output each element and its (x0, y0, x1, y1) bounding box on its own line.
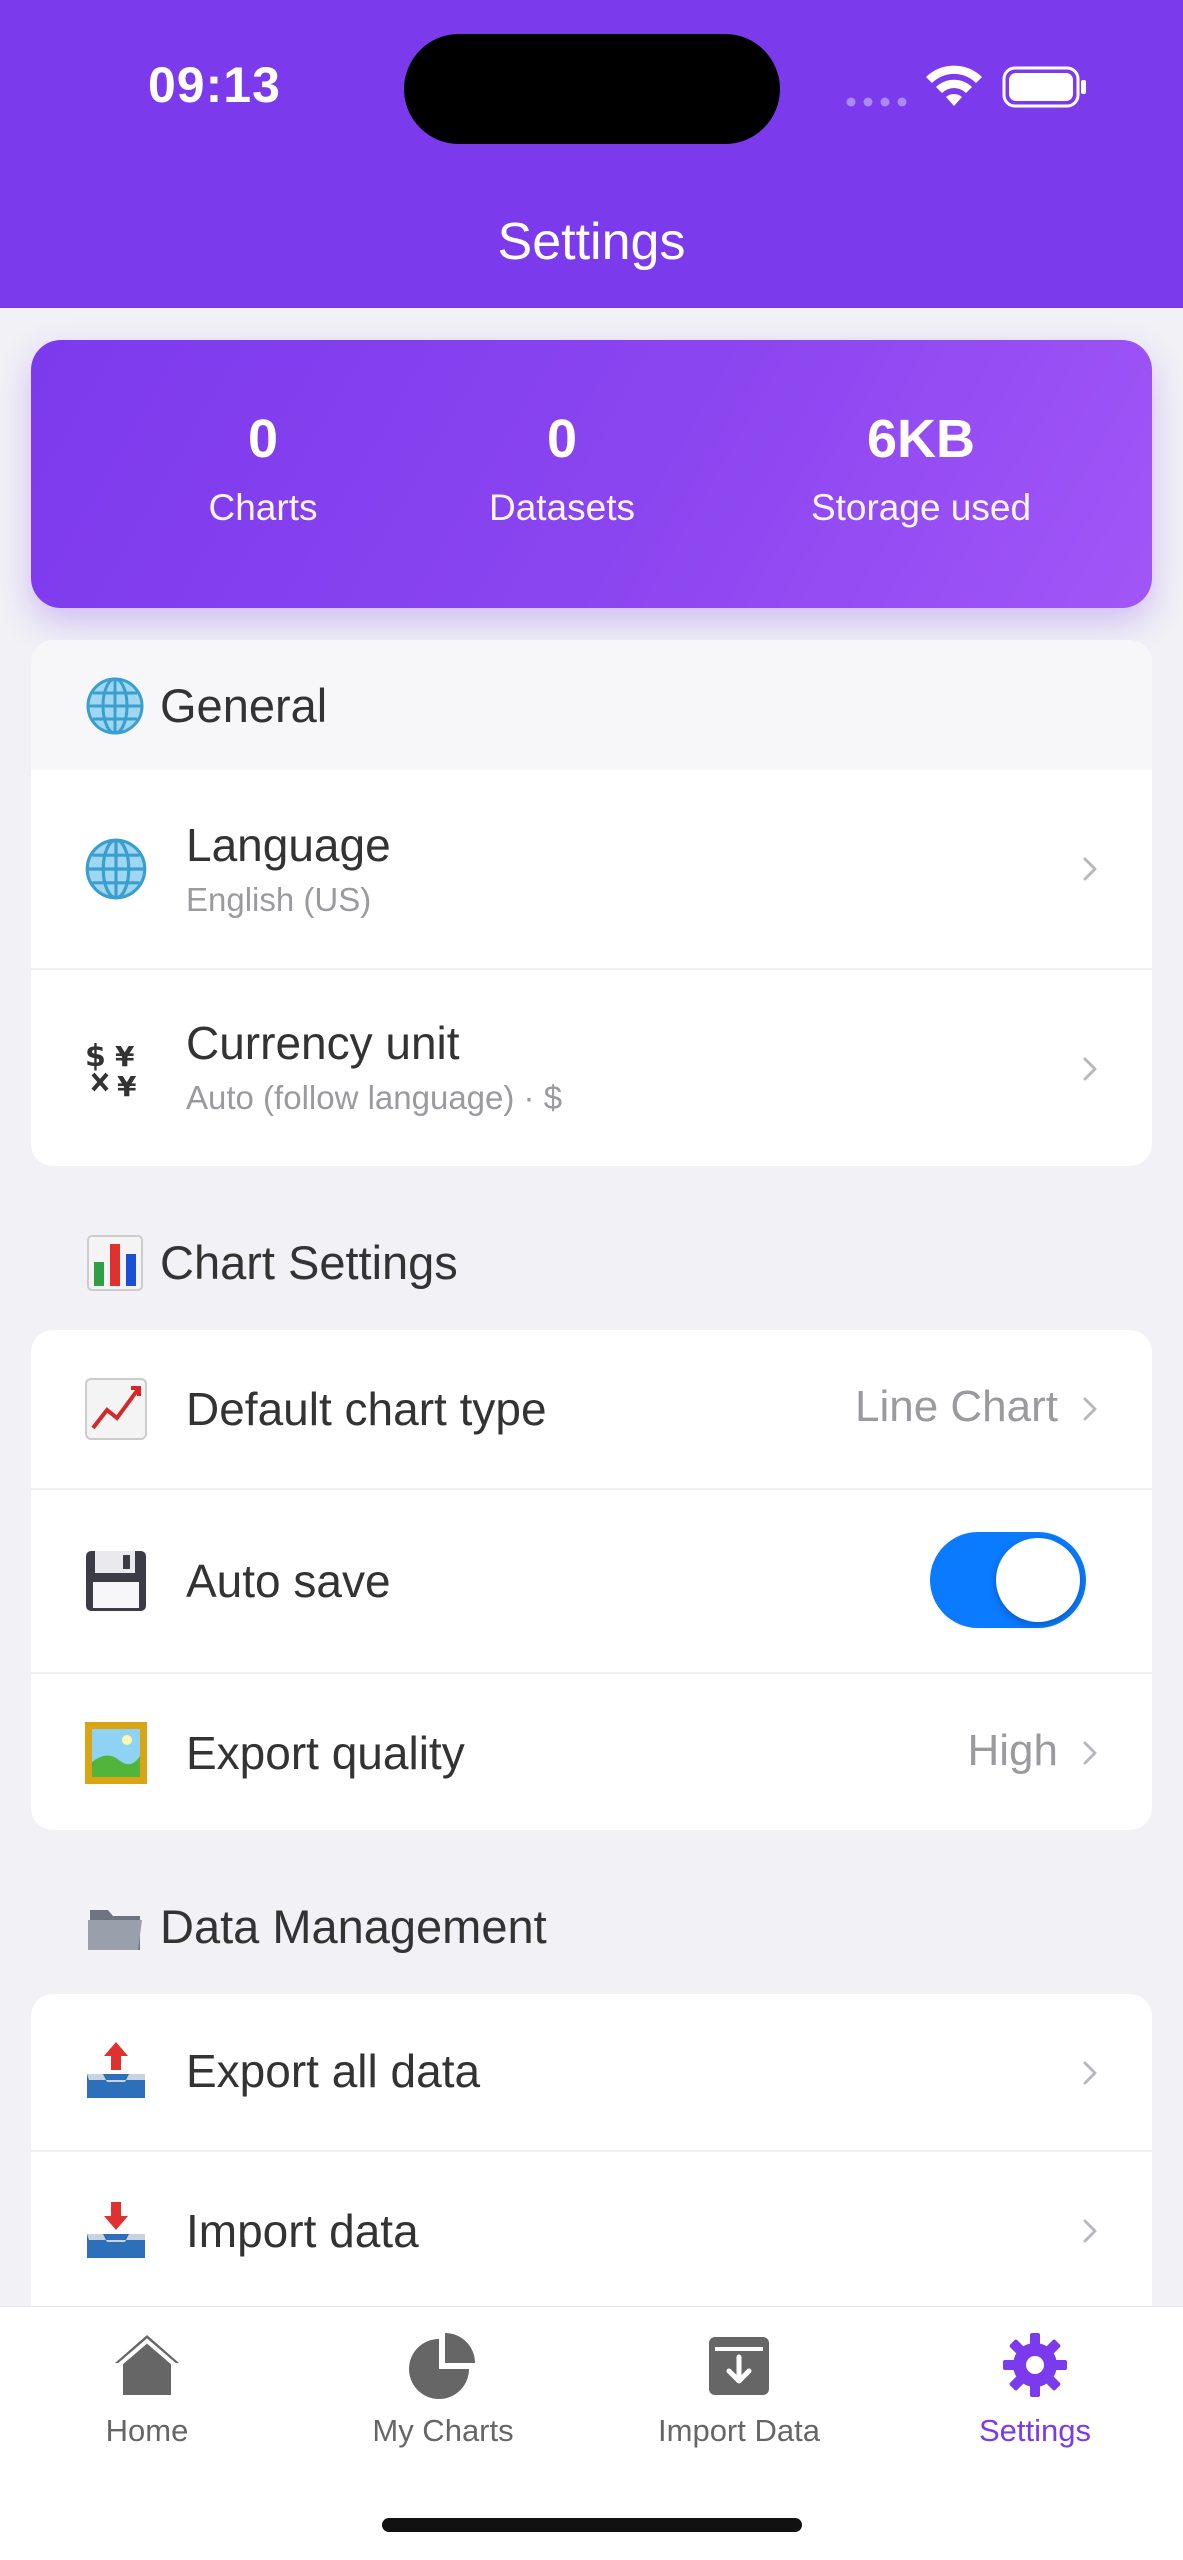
general-group: Language English (US) $ ¥ ¥ Currency uni… (31, 770, 1152, 1166)
home-icon (115, 2335, 179, 2395)
tab-home[interactable]: Home (32, 2329, 262, 2449)
currency-exchange-icon: $ ¥ ¥ (85, 1039, 137, 1100)
tab-label: Home (105, 2413, 189, 2448)
svg-text:¥: ¥ (117, 1070, 137, 1100)
row-title: Language (186, 819, 391, 871)
tab-label: Import Data (658, 2413, 820, 2448)
tab-label: Settings (978, 2413, 1091, 2448)
pie-chart-icon (409, 2333, 475, 2399)
row-text: Auto save (186, 1552, 391, 1610)
row-title: Export quality (186, 1727, 465, 1779)
tab-label: My Charts (372, 2413, 514, 2448)
stat-charts: 0 Charts (143, 404, 383, 532)
stat-label: Charts (208, 487, 318, 528)
stat-storage: 6KB Storage used (751, 404, 1091, 532)
stat-label: Datasets (488, 487, 635, 528)
section-title-chart-settings: Chart Settings (84, 1232, 458, 1294)
floppy-disk-icon (86, 1551, 146, 1611)
export-quality-row[interactable]: Export quality High (31, 1674, 1152, 1830)
row-text: Currency unit Auto (follow language) · $ (186, 1014, 562, 1120)
bar-chart-icon (87, 1235, 143, 1291)
stat-label: Storage used (810, 487, 1032, 528)
battery-icon (1002, 66, 1086, 108)
svg-text:¥: ¥ (115, 1040, 135, 1073)
auto-save-row: Auto save (31, 1490, 1152, 1672)
import-data-row[interactable]: Import data (31, 2152, 1152, 2310)
chevron-right-icon (1083, 1057, 1097, 1081)
default-chart-type-row[interactable]: Default chart type Line Chart (31, 1330, 1152, 1488)
section-title-text: Data Management (160, 1900, 547, 1953)
wifi-icon (926, 65, 982, 106)
export-all-data-row[interactable]: Export all data (31, 1994, 1152, 2150)
section-title-general: General (84, 675, 327, 737)
row-title: Import data (186, 2205, 419, 2257)
status-time: 09:13 (148, 57, 281, 113)
currency-row[interactable]: $ ¥ ¥ Currency unit Auto (follow languag… (31, 970, 1152, 1166)
row-text: Import data (186, 2202, 419, 2260)
framed-picture-icon (85, 1722, 147, 1784)
globe-icon (86, 677, 144, 735)
stat-value: 0 (546, 409, 578, 469)
tab-my-charts[interactable]: My Charts (328, 2329, 558, 2449)
chevron-right-icon (1083, 2219, 1097, 2243)
stats-card: 0 Charts 0 Datasets 6KB Storage used (31, 340, 1152, 608)
auto-save-toggle[interactable] (930, 1532, 1086, 1628)
row-title: Currency unit (186, 1017, 460, 1069)
section-title-text: Chart Settings (160, 1236, 458, 1289)
tab-import-data[interactable]: Import Data (624, 2329, 854, 2449)
page-title: Settings (497, 213, 686, 271)
row-subtitle: Auto (follow language) · $ (186, 1079, 563, 1116)
outbox-tray-icon (87, 2042, 145, 2098)
stat-datasets: 0 Datasets (432, 404, 692, 532)
row-title: Default chart type (186, 1383, 547, 1435)
inbox-tray-icon (87, 2202, 145, 2258)
data-management-group: Export all data Import data (31, 1994, 1152, 2324)
gear-icon (1003, 2333, 1067, 2397)
app-header: 09:13 Settings (0, 0, 1183, 308)
row-text: Export all data (186, 2042, 480, 2100)
chevron-right-icon (1083, 1397, 1097, 1421)
home-indicator (382, 2518, 802, 2532)
row-value: High (967, 1726, 1059, 1775)
dynamic-island (404, 34, 780, 144)
folder-icon (88, 1910, 142, 1950)
chevron-right-icon (1083, 857, 1097, 881)
svg-text:$: $ (85, 1039, 106, 1074)
toggle-knob (996, 1538, 1080, 1622)
row-text: Language English (US) (186, 816, 391, 922)
row-text: Default chart type (186, 1380, 547, 1438)
chevron-right-icon (1083, 2061, 1097, 2085)
cellular-signal-icon (846, 97, 907, 107)
section-title-text: General (160, 679, 328, 732)
row-title: Export all data (186, 2045, 481, 2097)
stat-value: 0 (247, 409, 279, 469)
import-box-icon (709, 2337, 769, 2395)
section-title-data-management: Data Management (84, 1896, 547, 1958)
globe-icon (85, 838, 147, 900)
row-text: Export quality (186, 1724, 465, 1782)
row-title: Auto save (186, 1555, 391, 1607)
line-chart-icon (85, 1378, 147, 1440)
stat-value: 6KB (866, 409, 976, 469)
chevron-right-icon (1083, 1741, 1097, 1765)
tab-settings[interactable]: Settings (920, 2329, 1150, 2449)
row-value: Line Chart (854, 1382, 1058, 1431)
language-row[interactable]: Language English (US) (31, 770, 1152, 968)
chart-settings-group: Default chart type Line Chart Auto save (31, 1330, 1152, 1830)
row-subtitle: English (US) (186, 881, 372, 918)
